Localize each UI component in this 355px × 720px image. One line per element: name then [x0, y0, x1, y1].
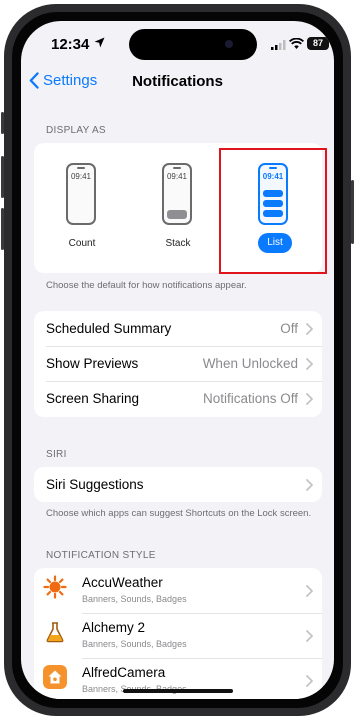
chevron-right-icon	[306, 323, 313, 335]
battery-icon: 87	[307, 37, 329, 50]
screen: 12:34 87 Settings Notifications DISPLAY …	[21, 21, 334, 699]
row-label: Screen Sharing	[46, 391, 140, 406]
siri-card: Siri Suggestions	[34, 467, 322, 502]
show-previews-row[interactable]: Show Previews When Unlocked	[34, 346, 322, 381]
house-icon	[43, 665, 67, 689]
app-list-card: AccuWeather Banners, Sounds, Badges Alch…	[34, 568, 322, 699]
home-indicator[interactable]	[123, 689, 233, 693]
row-label: Siri Suggestions	[46, 477, 144, 492]
chevron-right-icon	[306, 675, 313, 687]
chevron-right-icon	[306, 479, 313, 491]
app-detail: Banners, Sounds, Badges	[82, 639, 187, 649]
count-preview-icon: 09:41	[66, 163, 96, 225]
stack-preview-icon: 09:41	[162, 163, 192, 225]
power-button	[351, 180, 354, 244]
nav-bar: Settings Notifications	[21, 69, 334, 97]
notification-style-header: NOTIFICATION STYLE	[46, 550, 156, 561]
chevron-right-icon	[306, 585, 313, 597]
signal-icon	[271, 40, 286, 50]
siri-header: SIRI	[46, 449, 67, 460]
volume-up-button	[1, 156, 4, 198]
app-name: AccuWeather	[82, 575, 163, 590]
flask-icon	[46, 622, 64, 643]
status-time: 12:34	[51, 36, 90, 53]
siri-caption: Choose which apps can suggest Shortcuts …	[46, 508, 312, 519]
chevron-right-icon	[306, 630, 313, 642]
volume-down-button	[1, 208, 4, 250]
app-row-alchemy-2[interactable]: Alchemy 2 Banners, Sounds, Badges	[34, 613, 322, 658]
siri-suggestions-row[interactable]: Siri Suggestions	[34, 467, 322, 502]
status-bar: 12:34 87	[21, 21, 334, 67]
row-label: Show Previews	[46, 356, 139, 371]
chevron-right-icon	[306, 358, 313, 370]
scheduled-summary-row[interactable]: Scheduled Summary Off	[34, 311, 322, 346]
row-value: When Unlocked	[202, 356, 298, 371]
display-as-caption: Choose the default for how notifications…	[46, 280, 247, 291]
dynamic-island	[129, 29, 257, 60]
row-value: Notifications Off	[202, 391, 298, 406]
count-label: Count	[68, 238, 96, 249]
app-name: AlfredCamera	[82, 665, 166, 680]
stack-label: Stack	[165, 238, 191, 249]
app-name: Alchemy 2	[82, 620, 146, 635]
display-option-count[interactable]: 09:41 Count	[34, 143, 130, 273]
location-icon	[94, 37, 105, 48]
action-button	[1, 112, 4, 134]
row-value: Off	[280, 321, 298, 336]
chevron-right-icon	[306, 393, 313, 405]
camera-icon	[225, 40, 233, 48]
selection-highlight-box	[219, 148, 327, 274]
app-row-accuweather[interactable]: AccuWeather Banners, Sounds, Badges	[34, 568, 322, 613]
display-as-header: DISPLAY AS	[46, 125, 106, 136]
page-title: Notifications	[132, 73, 223, 90]
sun-icon	[43, 575, 67, 599]
wifi-icon	[289, 38, 304, 49]
general-settings-card: Scheduled Summary Off Show Previews When…	[34, 311, 322, 417]
display-option-stack[interactable]: 09:41 Stack	[130, 143, 226, 273]
row-label: Scheduled Summary	[46, 321, 172, 336]
screen-sharing-row[interactable]: Screen Sharing Notifications Off	[34, 381, 322, 416]
app-detail: Banners, Sounds, Badges	[82, 594, 187, 604]
